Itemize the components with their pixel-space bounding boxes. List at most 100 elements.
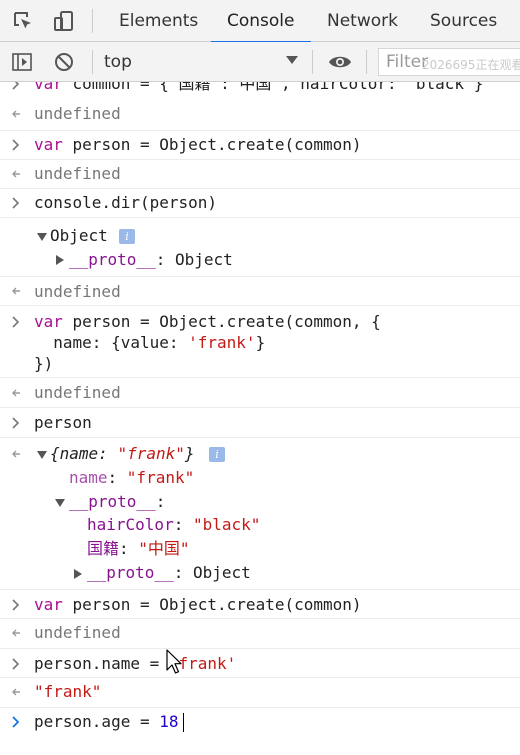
info-icon[interactable]: i <box>119 229 135 244</box>
tab-elements[interactable]: Elements <box>119 0 198 42</box>
context-selector[interactable]: top <box>104 42 132 82</box>
separator: : <box>155 492 166 511</box>
return-arrow-icon <box>10 104 22 124</box>
console-prompt-input[interactable]: person.age = 18 <box>0 707 520 755</box>
proto-key: __proto__ <box>69 492 156 511</box>
property-key: 国籍 <box>87 539 120 558</box>
property-value: "black" <box>192 515 261 534</box>
return-arrow-icon <box>10 623 22 643</box>
console-result-row: undefined <box>0 159 520 188</box>
inspect-element-icon[interactable] <box>3 0 43 42</box>
number-literal: 18 <box>159 712 179 731</box>
chevron-down-icon[interactable] <box>286 56 298 64</box>
property-key: name <box>69 468 108 487</box>
live-expression-eye-icon[interactable] <box>320 42 360 82</box>
console-result-row: undefined <box>0 100 520 128</box>
code-text: person.name = <box>34 654 169 673</box>
tab-sources[interactable]: Sources <box>430 0 497 42</box>
prompt-chevron-icon <box>11 595 21 615</box>
watermark-text: 2026695正在观看 <box>422 58 520 72</box>
keyword: var <box>34 82 63 93</box>
keyword: var <box>34 595 63 614</box>
code-text: person = Object.create(common) <box>62 595 362 614</box>
return-arrow-icon <box>10 281 22 301</box>
tab-network[interactable]: Network <box>327 0 398 42</box>
collapsed-triangle-icon[interactable] <box>56 255 64 265</box>
console-input-row: var person = Object.create(common, { nam… <box>0 305 520 377</box>
code-text: console.dir(person) <box>34 193 218 212</box>
return-arrow-icon <box>10 682 22 702</box>
prompt-chevron-icon <box>11 82 21 94</box>
result-undefined: undefined <box>34 623 121 642</box>
keyword: var <box>34 312 63 331</box>
console-input-row: var person = Object.create(common) <box>0 589 520 618</box>
toolbar-divider <box>312 50 313 74</box>
object-preview-key: name <box>59 444 99 463</box>
object-label[interactable]: Object <box>50 226 108 246</box>
code-text: person = Object.create(common) <box>62 135 362 154</box>
separator: : <box>107 468 127 487</box>
clear-console-icon[interactable] <box>44 42 84 82</box>
console-input-row: person.name = 'frank' <box>0 648 520 677</box>
result-undefined: undefined <box>34 383 121 402</box>
property-value: "中国" <box>138 539 190 558</box>
proto-key: __proto__ <box>87 563 174 582</box>
console-input-row: var common = {'国籍':'中国', hairColor: 'bla… <box>0 82 520 100</box>
code-text: person <box>34 413 92 432</box>
proto-value: : Object <box>155 250 233 269</box>
console-result-row: undefined <box>0 377 520 407</box>
proto-value: : Object <box>173 563 251 582</box>
console-toolbar: top Filter 2026695正在观看 <box>0 42 520 82</box>
expand-triangle-icon[interactable] <box>37 233 47 241</box>
code-text: person.age = <box>34 712 160 731</box>
expand-triangle-icon[interactable] <box>37 451 47 459</box>
tab-console[interactable]: Console <box>211 0 310 43</box>
console-input-row: console.dir(person) <box>0 188 520 217</box>
result-undefined: undefined <box>34 164 121 183</box>
console-messages: var common = {'国籍':'中国', hairColor: 'bla… <box>0 82 520 755</box>
device-toolbar-icon[interactable] <box>44 0 84 42</box>
code-text: person = Object.create(common, { <box>62 312 381 331</box>
prompt-chevron-icon <box>11 135 21 155</box>
console-result-row: undefined <box>0 276 520 305</box>
collapsed-triangle-icon[interactable] <box>74 569 82 579</box>
show-sidebar-icon[interactable] <box>2 42 42 82</box>
info-icon[interactable]: i <box>209 447 225 462</box>
separator: : <box>119 539 139 558</box>
code-text: }) <box>34 354 54 373</box>
separator: : <box>173 515 193 534</box>
property-value: "frank" <box>126 468 195 487</box>
return-arrow-icon <box>10 444 22 464</box>
keyword: var <box>34 135 63 154</box>
active-prompt-chevron-icon <box>11 712 21 732</box>
prompt-chevron-icon <box>11 193 21 213</box>
devtools-tab-bar: Elements Console Network Sources <box>0 0 520 43</box>
string-literal: 'frank' <box>188 333 256 352</box>
property-key: hairColor <box>87 515 174 534</box>
console-input-row: person <box>0 407 520 437</box>
code-text: } <box>255 333 266 352</box>
return-arrow-icon <box>10 383 22 403</box>
toolbar-divider <box>366 50 367 74</box>
prompt-chevron-icon <box>11 413 21 433</box>
brace: } <box>184 444 195 463</box>
console-result-row: undefined <box>0 618 520 648</box>
prompt-chevron-icon <box>11 312 21 332</box>
code-text: name: {value: <box>34 333 189 352</box>
return-arrow-icon <box>10 164 22 184</box>
result-string: "frank" <box>34 682 102 701</box>
prompt-chevron-icon <box>11 654 21 674</box>
console-dir-output: Object i __proto__: Object <box>0 217 520 276</box>
expand-triangle-icon[interactable] <box>55 499 65 507</box>
toolbar-divider <box>92 50 93 74</box>
proto-key: __proto__ <box>69 250 156 269</box>
toolbar-divider <box>92 9 93 33</box>
result-undefined: undefined <box>34 104 121 123</box>
console-input-row: var person = Object.create(common) <box>0 130 520 159</box>
text-caret <box>183 713 184 732</box>
object-preview-value: "frank" <box>117 444 185 463</box>
code-text: common = {'国籍':'中国', hairColor: 'black'} <box>62 82 484 93</box>
object-tree-output: {name: "frank"} i name: "frank" __proto_… <box>0 437 520 589</box>
separator: : <box>98 444 118 463</box>
brace: { <box>50 444 60 463</box>
